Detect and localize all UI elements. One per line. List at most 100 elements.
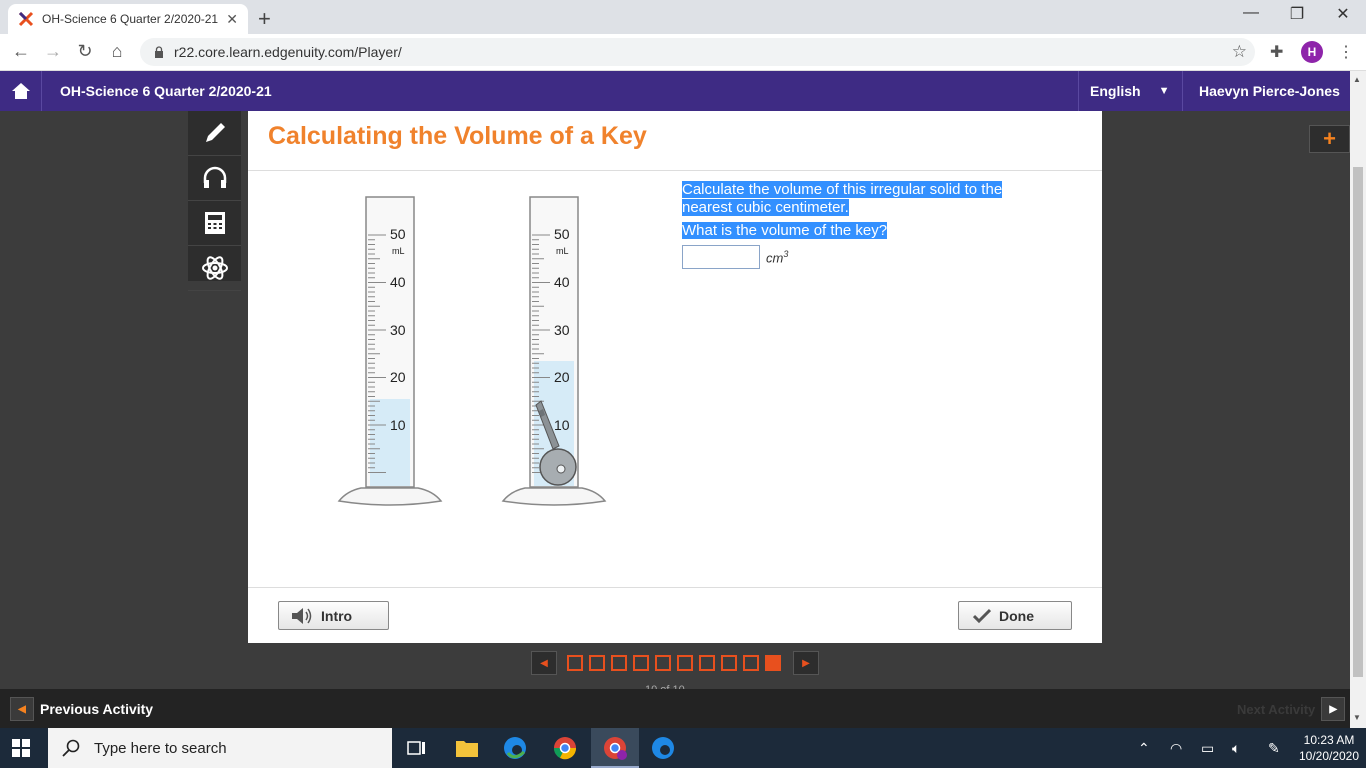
back-icon[interactable]: ← [10,41,32,62]
question-text: Calculate the volume of this irregular s… [682,181,1042,240]
new-tab-button[interactable]: + [258,6,271,32]
frame-indicator-3[interactable] [611,655,627,671]
caret-left-icon: ◀ [540,657,548,669]
cyl2-label-ml: mL [556,246,569,256]
task-view-icon[interactable] [404,735,430,761]
site-home-button[interactable] [0,71,42,111]
wifi-icon[interactable]: ◠ [1170,740,1182,757]
edge-icon[interactable] [502,735,528,761]
cyl2-label-20: 20 [554,369,570,385]
url-text: r22.core.learn.edgenuity.com/Player/ [174,44,402,60]
scroll-up-icon[interactable]: ▲ [1353,75,1361,84]
activity-nav-bar: ◀ Previous Activity Next Activity ▶ [0,689,1350,728]
browser-tab[interactable]: OH-Science 6 Quarter 2/2020-21 ✕ [8,4,248,34]
done-button[interactable]: Done [958,601,1072,630]
bookmark-star-icon[interactable]: ☆ [1232,42,1247,62]
frame-indicator-9[interactable] [743,655,759,671]
search-placeholder: Type here to search [94,739,227,757]
cyl1-label-40: 40 [390,274,406,290]
activity-footer: Intro Done [248,587,1102,643]
windows-start-icon[interactable] [12,739,30,757]
frame-indicator-1[interactable] [567,655,583,671]
previous-frame-button[interactable]: ◀ [531,651,557,675]
question-prompt: Calculate the volume of this irregular s… [682,181,1003,216]
frame-indicator-2[interactable] [589,655,605,671]
minimize-button[interactable]: — [1228,4,1274,22]
volume-answer-input[interactable] [682,245,760,269]
page-scrollbar[interactable]: ▲ ▼ [1350,71,1366,728]
language-select[interactable]: English ▼ [1078,71,1182,111]
previous-activity-button[interactable]: ◀ Previous Activity [10,697,153,721]
unit-exponent: 3 [783,249,789,259]
activity-title: Calculating the Volume of a Key [268,122,647,150]
extensions-icon[interactable]: ✚ [1270,42,1283,62]
active-taskbar-app[interactable] [591,728,639,768]
activity-panel: Calculating the Volume of a Key 50 mL 40… [248,111,1102,643]
scroll-thumb[interactable] [1353,167,1363,677]
frame-indicator-5[interactable] [655,655,671,671]
intro-button[interactable]: Intro [278,601,389,630]
cyl2-label-50: 50 [554,226,570,242]
cyl2-label-10: 10 [554,417,570,433]
calculator-icon [204,212,225,234]
activity-header: Calculating the Volume of a Key [248,111,1102,171]
home-icon[interactable]: ⌂ [106,41,128,62]
browser-menu-icon[interactable]: ⋮ [1338,42,1354,62]
cylinder-right: 50 mL 40 30 20 10 [501,196,607,506]
previous-activity-label: Previous Activity [40,701,154,717]
next-frame-button[interactable]: ▶ [793,651,819,675]
frame-indicator-8[interactable] [721,655,737,671]
chrome-icon[interactable] [552,735,578,761]
audio-tool-button[interactable] [188,156,241,201]
windows-taskbar: Type here to search ⌃ ◠ ▭ 🔈︎ ✎ 10:23 AM … [0,728,1366,768]
chrome-profile-icon [604,737,627,760]
atom-icon [201,256,228,280]
file-explorer-icon[interactable] [454,735,480,761]
done-label: Done [999,607,1034,624]
clock-date: 10/20/2020 [1298,749,1360,763]
frame-indicator-7[interactable] [699,655,715,671]
forward-icon[interactable]: → [42,41,64,62]
browser-tab-strip: OH-Science 6 Quarter 2/2020-21 ✕ + — ❐ ✕ [0,0,1366,34]
close-window-button[interactable]: ✕ [1320,4,1366,24]
expand-plus-button[interactable]: + [1309,125,1350,153]
reload-icon[interactable]: ↻ [74,41,96,62]
pen-icon[interactable]: ✎ [1268,740,1280,757]
tab-title: OH-Science 6 Quarter 2/2020-21 [42,12,219,26]
science-tool-button[interactable] [188,246,241,291]
tab-close-icon[interactable]: ✕ [226,11,238,28]
cyl1-label-30: 30 [390,322,406,338]
pencil-tool-button[interactable] [188,111,241,156]
cylinder-left: 50 mL 40 30 20 10 [337,196,443,506]
edge-beta-icon[interactable] [650,735,676,761]
user-name: Haevyn Pierce-Jones [1199,83,1340,99]
user-menu[interactable]: Haevyn Pierce-Jones [1182,71,1350,111]
edgenuity-favicon-icon [18,11,34,27]
taskbar-search[interactable]: Type here to search [48,728,392,768]
frame-indicator-4[interactable] [633,655,649,671]
cyl1-label-10: 10 [390,417,406,433]
battery-icon[interactable]: ▭ [1201,740,1214,757]
clock-time: 10:23 AM [1303,733,1355,747]
scroll-down-icon[interactable]: ▼ [1353,713,1361,722]
cyl1-label-ml: mL [392,246,405,256]
next-activity-button[interactable]: Next Activity ▶ [1237,697,1346,721]
volume-icon[interactable]: 🔈︎ [1232,740,1240,757]
restore-button[interactable]: ❐ [1274,4,1320,24]
calculator-tool-button[interactable] [188,201,241,246]
address-bar[interactable]: r22.core.learn.edgenuity.com/Player/ ☆ [140,38,1255,66]
show-hidden-icons-icon[interactable]: ⌃ [1138,740,1150,757]
pencil-icon [205,123,225,142]
plus-icon: + [1323,126,1336,151]
chevron-down-icon: ▼ [1158,85,1170,97]
graduated-cylinders-figure: 50 mL 40 30 20 10 50 mL 40 30 20 10 [337,196,607,506]
profile-avatar[interactable]: H [1301,41,1323,63]
checkmark-icon [973,608,991,623]
search-icon [62,739,80,757]
cyl2-label-40: 40 [554,274,570,290]
frame-pager: ◀ ▶ [531,650,819,676]
frame-indicator-10[interactable] [765,655,781,671]
language-label: English [1090,83,1141,99]
system-clock[interactable]: 10:23 AM 10/20/2020 [1296,732,1362,764]
frame-indicator-6[interactable] [677,655,693,671]
